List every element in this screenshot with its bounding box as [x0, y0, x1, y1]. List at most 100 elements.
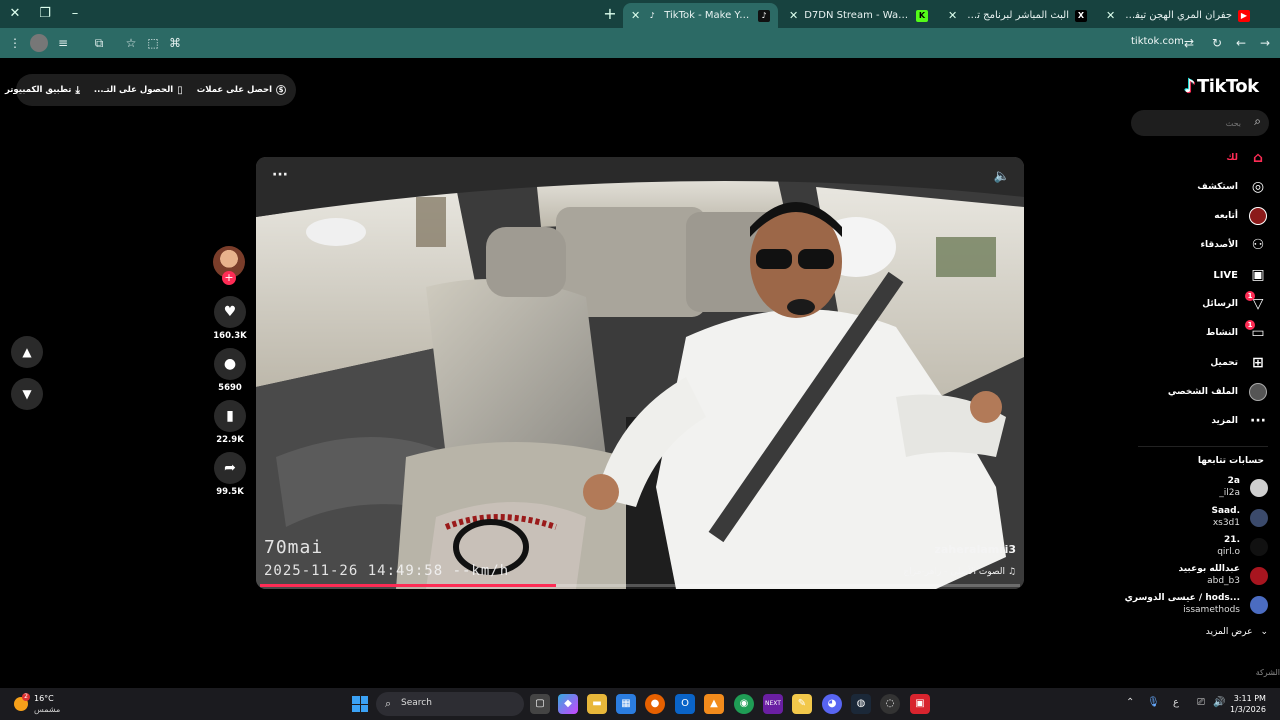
- nav-friends[interactable]: الأصدقاء ⚇: [1140, 233, 1268, 257]
- sidebar-divider: [1138, 446, 1268, 447]
- vlc-icon[interactable]: ▲: [704, 694, 724, 714]
- compass-icon: ◎: [1251, 179, 1265, 195]
- video-progress-bar[interactable]: [260, 584, 1020, 587]
- nav-messages[interactable]: الرسائل ▽ 1: [1140, 291, 1268, 316]
- nav-label: أتابعه: [1214, 211, 1238, 221]
- account-avatar: [1250, 479, 1268, 497]
- tab-x[interactable]: ✕ البث المباشر لبرنامج تحدي الصياد... X: [940, 3, 1095, 28]
- save-button[interactable]: ▮ 22.9K: [212, 400, 248, 445]
- taskbar-search[interactable]: ⌕ Search: [376, 692, 524, 716]
- tiktok-logo[interactable]: ♪ TikTok: [1184, 76, 1259, 97]
- account-name: عيسى الدوسري / hods...: [1124, 593, 1240, 603]
- close-window-icon[interactable]: ✕: [4, 4, 26, 24]
- microphone-icon[interactable]: 🎙: [1147, 697, 1160, 708]
- nav-following[interactable]: أتابعه: [1140, 204, 1268, 228]
- address-bar-url[interactable]: tiktok.com: [1131, 36, 1184, 47]
- followed-account[interactable]: 21. qirl.o: [1120, 533, 1268, 561]
- bookmark-star-icon[interactable]: ☆: [122, 34, 140, 52]
- account-name: Saad.: [1211, 506, 1241, 516]
- account-avatar: [1250, 538, 1268, 556]
- tab-youtube[interactable]: ✕ جفران المري الهجن تيفي صبي يا... ▶: [1098, 3, 1258, 28]
- translate-icon[interactable]: ⌘: [166, 34, 184, 52]
- nav-more[interactable]: المزيد ···: [1140, 409, 1268, 433]
- system-clock[interactable]: 3:11 PM 1/3/2026: [1230, 693, 1266, 715]
- outlook-icon[interactable]: O: [675, 694, 695, 714]
- see-more-button[interactable]: عرض المزيد ⌄: [1206, 627, 1268, 637]
- reload-icon[interactable]: ↻: [1208, 34, 1226, 52]
- store-icon[interactable]: ▦: [616, 694, 636, 714]
- firefox-icon[interactable]: ●: [645, 694, 665, 714]
- media-controls-icon[interactable]: ≡: [54, 34, 72, 52]
- nav-profile[interactable]: الملف الشخصي: [1140, 380, 1268, 404]
- windows-start-icon[interactable]: [352, 696, 368, 712]
- video-author[interactable]: zaheralamri3: [935, 543, 1016, 556]
- forward-icon[interactable]: →: [1256, 34, 1274, 52]
- followed-account[interactable]: 2a _il2a: [1120, 474, 1268, 502]
- new-tab-button[interactable]: +: [600, 4, 620, 24]
- desktop-app-label: تطبيق الكمبيوتر: [4, 85, 72, 95]
- close-tab-icon[interactable]: ✕: [789, 9, 798, 22]
- clock-date: 1/3/2026: [1230, 705, 1266, 714]
- chrome-icon[interactable]: ◉: [734, 694, 754, 714]
- search-icon[interactable]: ⌕: [1254, 114, 1261, 129]
- search-input[interactable]: [1141, 115, 1241, 131]
- volume-icon[interactable]: 🔊: [1213, 697, 1225, 708]
- nav-activity[interactable]: النشاط ▭ 1: [1140, 320, 1268, 345]
- input-language[interactable]: ع: [1173, 697, 1179, 708]
- search-box: ⌕: [1131, 110, 1269, 136]
- nav-for-you[interactable]: لك ⌂: [1140, 146, 1268, 170]
- steam-icon[interactable]: ◍: [851, 694, 871, 714]
- file-explorer-icon[interactable]: ▬: [587, 694, 607, 714]
- get-app-button[interactable]: ▯ الحصول على التـ...: [94, 85, 183, 96]
- desktop-app-button[interactable]: ⤓ تطبيق الكمبيوتر: [5, 85, 80, 96]
- back-icon[interactable]: ←: [1232, 34, 1250, 52]
- site-settings-icon[interactable]: ⇄: [1180, 34, 1198, 52]
- followed-account[interactable]: Saad. xs3d1: [1120, 504, 1268, 532]
- video-more-options-icon[interactable]: ···: [272, 167, 288, 183]
- share-button[interactable]: ➦ 99.5K: [212, 452, 248, 497]
- dashcam-video-frame: [256, 157, 1024, 589]
- get-coins-button[interactable]: $ احصل على عملات: [197, 85, 286, 95]
- following-accounts-title: حسابات تتابعها: [1197, 456, 1264, 466]
- like-button[interactable]: ♥ 160.3K: [212, 296, 248, 341]
- followed-account[interactable]: عيسى الدوسري / hods... issamethods: [1120, 591, 1268, 619]
- followed-account[interactable]: عبدالله بوعبيد abd_b3: [1120, 562, 1268, 590]
- previous-video-button[interactable]: ▲: [11, 336, 43, 368]
- next-app-icon[interactable]: NEXT: [763, 694, 783, 714]
- tab-title: D7DN Stream - Watch Live on K...: [804, 10, 910, 21]
- task-view-icon[interactable]: ▢: [530, 694, 550, 714]
- screenshot-icon[interactable]: ⬚: [144, 34, 162, 52]
- nav-explore[interactable]: استكشف ◎: [1140, 175, 1268, 199]
- notes-app-icon[interactable]: ✎: [792, 694, 812, 714]
- minimize-window-icon[interactable]: –: [64, 4, 86, 24]
- nav-live[interactable]: LIVE ▣: [1140, 263, 1268, 287]
- comment-button[interactable]: ● 5690: [212, 348, 248, 393]
- copilot-icon[interactable]: ◆: [558, 694, 578, 714]
- company-link[interactable]: الشركة: [1256, 668, 1280, 677]
- tab-tiktok[interactable]: ✕ ♪ TikTok - Make Your Day ♪: [623, 3, 778, 28]
- menu-icon[interactable]: ⋮: [6, 34, 24, 52]
- next-video-button[interactable]: ▼: [11, 378, 43, 410]
- nav-upload[interactable]: تحميل ⊞: [1140, 351, 1268, 375]
- close-tab-icon[interactable]: ✕: [948, 9, 957, 22]
- network-icon[interactable]: ⎚: [1197, 697, 1205, 708]
- video-progress-fill: [260, 584, 557, 587]
- browser-tab-bar: ✕ ❐ – + ✕ ♪ TikTok - Make Your Day ♪ ✕ D…: [0, 0, 1280, 28]
- volume-icon[interactable]: 🔈: [994, 169, 1010, 184]
- tiktok-page: $ احصل على عملات ▯ الحصول على التـ... ⤓ …: [0, 58, 1280, 688]
- more-icon: ···: [1250, 413, 1266, 429]
- follow-plus-button[interactable]: +: [222, 271, 236, 285]
- tray-overflow-icon[interactable]: ⌃: [1126, 697, 1134, 708]
- discord-icon[interactable]: ◕: [822, 694, 842, 714]
- tab-kick[interactable]: ✕ D7DN Stream - Watch Live on K... K: [781, 3, 936, 28]
- video-player[interactable]: ··· 🔈 70mai 2025-11-26 14:49:58 --km/h z…: [256, 157, 1024, 589]
- obs-icon[interactable]: ◌: [880, 694, 900, 714]
- close-tab-icon[interactable]: ✕: [631, 9, 640, 22]
- weather-widget[interactable]: 2 16°C مشمس: [12, 692, 72, 716]
- extensions-icon[interactable]: ⧉: [90, 34, 108, 52]
- profile-icon[interactable]: [30, 34, 48, 52]
- close-tab-icon[interactable]: ✕: [1106, 9, 1115, 22]
- restore-window-icon[interactable]: ❐: [34, 4, 56, 24]
- video-sound[interactable]: ♫ الصوت الأصلي - زاهر-مزاج: [903, 567, 1016, 577]
- red-app-icon[interactable]: ▣: [910, 694, 930, 714]
